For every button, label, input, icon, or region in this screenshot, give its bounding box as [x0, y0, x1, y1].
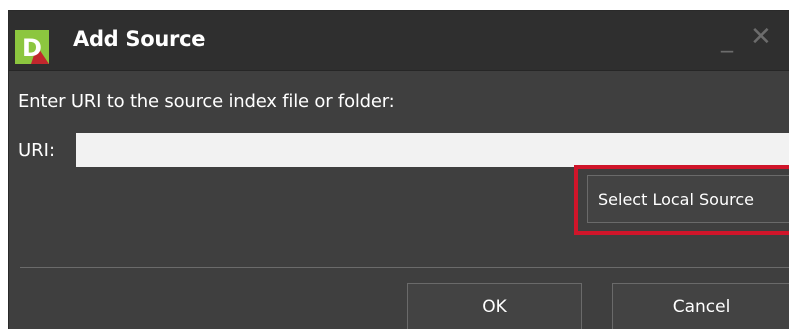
uri-input[interactable] [76, 133, 789, 167]
window-title: Add Source [73, 27, 206, 51]
select-local-source-button[interactable]: Select Local Source [587, 175, 789, 223]
add-source-dialog: D Add Source _ ✕ Enter URI to the source… [8, 10, 789, 329]
title-bar: D Add Source _ ✕ [9, 11, 789, 71]
svg-text:D: D [22, 34, 42, 62]
uri-prompt-label: Enter URI to the source index file or fo… [18, 91, 395, 112]
divider [20, 267, 789, 268]
cancel-button[interactable]: Cancel [612, 283, 789, 329]
ok-button[interactable]: OK [407, 283, 582, 329]
minimize-button[interactable]: _ [721, 27, 733, 51]
close-button[interactable]: ✕ [750, 24, 772, 50]
uri-label: URI: [18, 140, 56, 161]
app-logo-icon: D [15, 30, 49, 64]
